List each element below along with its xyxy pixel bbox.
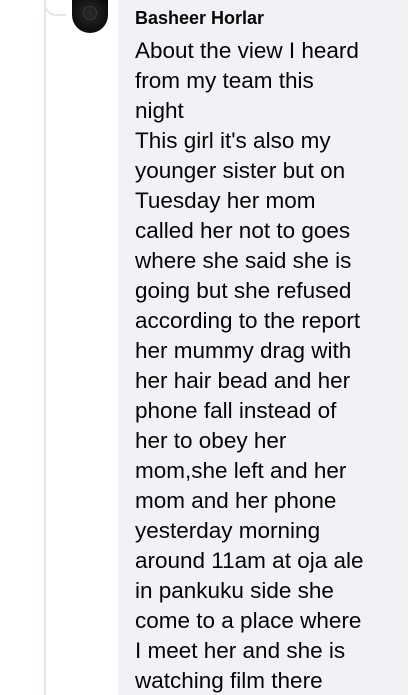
comment-author[interactable]: Basheer Horlar <box>135 8 264 29</box>
comment-line: watching film there <box>135 668 323 693</box>
comment-line: her mummy drag with <box>135 338 352 363</box>
avatar-image <box>83 6 97 20</box>
comment-line: her to obey her <box>135 428 287 453</box>
comment-line: from my team this <box>135 68 314 93</box>
comment-line: her hair bead and her <box>135 368 351 393</box>
comment-line: younger sister but on <box>135 158 346 183</box>
avatar[interactable] <box>72 0 108 33</box>
comment-line: About the view I heard <box>135 38 359 63</box>
comment-line: going but she refused <box>135 278 352 303</box>
thread-line <box>44 0 46 695</box>
comment-line: in pankuku side she <box>135 578 334 603</box>
comment-line: night <box>135 98 184 123</box>
comment-line: according to the report <box>135 308 361 333</box>
comment-line: where she said she is <box>135 248 352 273</box>
comment-text: About the view I heard from my team this… <box>135 36 405 695</box>
comment-line: Tuesday her mom <box>135 188 316 213</box>
comment-line: I meet her and she is <box>135 638 346 663</box>
comment-line: come to a place where <box>135 608 362 633</box>
comment-line: This girl it's also my <box>135 128 331 153</box>
thread-connector <box>44 0 66 16</box>
comment-line: yesterday morning <box>135 518 321 543</box>
comment-line: called her not to goes <box>135 218 351 243</box>
comment-line: around 11am at oja ale <box>135 548 364 573</box>
comment-bubble[interactable]: Basheer Horlar About the view I heard fr… <box>118 0 408 695</box>
comment-line: phone fall instead of <box>135 398 337 423</box>
comment-line: mom,she left and her <box>135 458 347 483</box>
comment-line: mom and her phone <box>135 488 337 513</box>
